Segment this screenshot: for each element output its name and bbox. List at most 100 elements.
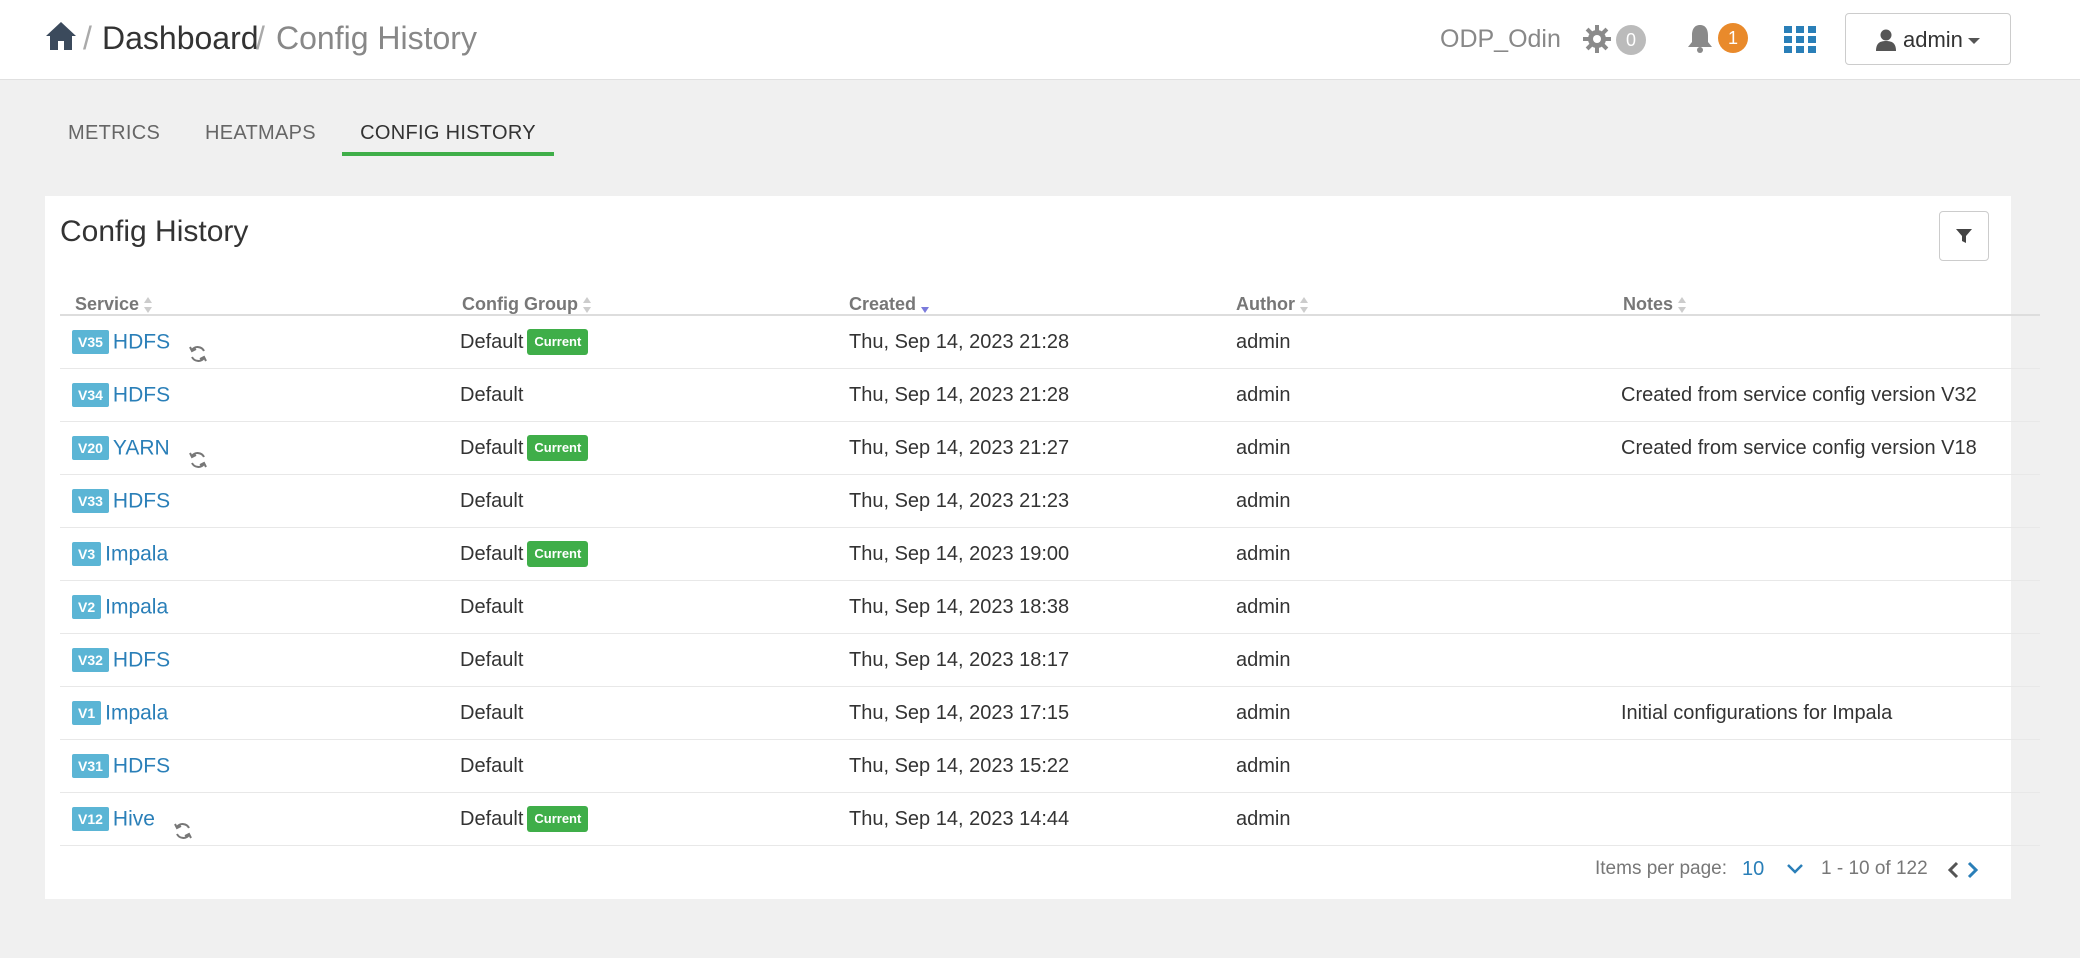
- restart-required-icon[interactable]: [188, 332, 208, 362]
- service-link[interactable]: YARN: [113, 437, 170, 460]
- service-cell: V1 Impala: [72, 687, 168, 739]
- service-cell: V12 Hive: [72, 793, 193, 845]
- table-row[interactable]: V20 YARN Default Current Thu, Sep 14, 2023 2…: [60, 422, 2040, 475]
- chevron-right-icon[interactable]: [1965, 860, 1981, 880]
- service-link[interactable]: HDFS: [113, 384, 170, 407]
- table-row[interactable]: V1 Impala Default Thu, Sep 14, 2023 17:15 ad…: [60, 687, 2040, 740]
- alerts-count-badge: 1: [1718, 23, 1748, 53]
- config-group-name: Default: [460, 755, 524, 777]
- notes-cell: Created from service config version V32: [1621, 384, 1977, 406]
- apps-grid-icon[interactable]: [1784, 26, 1816, 54]
- config-group-cell: Default: [460, 687, 523, 739]
- config-group-cell: Default Current: [460, 528, 589, 580]
- current-badge: Current: [527, 805, 589, 832]
- config-group-cell: Default Current: [460, 422, 589, 474]
- version-badge: V3: [72, 541, 102, 566]
- config-group-cell: Default: [460, 475, 523, 527]
- home-icon[interactable]: [44, 20, 78, 52]
- service-link[interactable]: HDFS: [113, 490, 170, 513]
- version-badge: V12: [72, 806, 109, 831]
- config-group-name: Default: [460, 649, 524, 671]
- config-group-name: Default: [460, 808, 524, 830]
- user-icon: [1876, 29, 1896, 51]
- table-row[interactable]: V32 HDFS Default Thu, Sep 14, 2023 18:17 adm…: [60, 634, 2040, 687]
- restart-required-icon[interactable]: [173, 809, 193, 839]
- service-cell: V3 Impala: [72, 528, 168, 580]
- filter-button[interactable]: [1939, 211, 1989, 261]
- operations-count-badge: 0: [1616, 25, 1646, 55]
- version-badge: V33: [72, 488, 109, 513]
- config-group-cell: Default Current: [460, 793, 589, 845]
- table-row[interactable]: V35 HDFS Default Current Thu, Sep 14, 2023 2…: [60, 316, 2040, 369]
- created-cell: Thu, Sep 14, 2023 18:17: [849, 649, 1070, 671]
- version-badge: V31: [72, 753, 109, 778]
- created-cell: Thu, Sep 14, 2023 18:38: [849, 596, 1070, 618]
- gear-icon[interactable]: [1582, 24, 1612, 54]
- version-badge: V1: [72, 700, 102, 725]
- author-cell: admin: [1236, 808, 1291, 830]
- sort-descending-icon: [921, 307, 930, 314]
- config-group-name: Default: [460, 490, 524, 512]
- config-group-name: Default: [460, 384, 524, 406]
- user-menu-button[interactable]: admin: [1845, 13, 2011, 65]
- config-group-cell: Default Current: [460, 316, 589, 368]
- chevron-left-icon[interactable]: [1945, 860, 1961, 880]
- version-badge: V20: [72, 435, 109, 460]
- service-cell: V20 YARN: [72, 422, 208, 474]
- author-cell: admin: [1236, 437, 1291, 459]
- author-cell: admin: [1236, 649, 1291, 671]
- service-cell: V32 HDFS: [72, 634, 170, 686]
- config-group-cell: Default: [460, 369, 523, 421]
- top-bar: / Dashboard / Config History ODP_Odin 0 …: [0, 0, 2080, 80]
- cluster-name: ODP_Odin: [1440, 25, 1561, 53]
- config-group-cell: Default: [460, 740, 523, 792]
- version-badge: V34: [72, 382, 109, 407]
- version-badge: V35: [72, 329, 109, 354]
- service-link[interactable]: Hive: [113, 808, 155, 831]
- tab-config-history[interactable]: CONFIG HISTORY: [342, 118, 554, 156]
- created-cell: Thu, Sep 14, 2023 17:15: [849, 702, 1070, 724]
- service-link[interactable]: HDFS: [113, 755, 170, 778]
- tab-heatmaps[interactable]: HEATMAPS: [205, 118, 316, 156]
- table-row[interactable]: V12 Hive Default Current Thu, Sep 14, 2023 1…: [60, 793, 2040, 846]
- config-group-name: Default: [460, 331, 524, 353]
- pagination-range: 1 - 10 of 122: [1821, 858, 1928, 879]
- current-badge: Current: [527, 328, 589, 355]
- service-cell: V34 HDFS: [72, 369, 170, 421]
- config-group-name: Default: [460, 543, 524, 565]
- service-cell: V33 HDFS: [72, 475, 170, 527]
- table-row[interactable]: V2 Impala Default Thu, Sep 14, 2023 18:38 ad…: [60, 581, 2040, 634]
- created-cell: Thu, Sep 14, 2023 14:44: [849, 808, 1070, 830]
- notes-cell: Created from service config version V18: [1621, 437, 1977, 459]
- author-cell: admin: [1236, 702, 1291, 724]
- service-link[interactable]: Impala: [105, 543, 168, 566]
- author-cell: admin: [1236, 331, 1291, 353]
- table-row[interactable]: V31 HDFS Default Thu, Sep 14, 2023 15:22 adm…: [60, 740, 2040, 793]
- bell-icon[interactable]: [1685, 22, 1715, 54]
- service-link[interactable]: Impala: [105, 596, 168, 619]
- breadcrumb-dashboard-link[interactable]: Dashboard: [102, 18, 259, 58]
- sort-icon: [144, 297, 153, 314]
- table-row[interactable]: V3 Impala Default Current Thu, Sep 14, 2023 …: [60, 528, 2040, 581]
- table-row[interactable]: V33 HDFS Default Thu, Sep 14, 2023 21:23 adm…: [60, 475, 2040, 528]
- config-group-cell: Default: [460, 634, 523, 686]
- author-cell: admin: [1236, 596, 1291, 618]
- current-badge: Current: [527, 434, 589, 461]
- sort-icon: [582, 297, 591, 314]
- notes-cell: Initial configurations for Impala: [1621, 702, 1893, 724]
- tab-metrics[interactable]: METRICS: [68, 118, 160, 156]
- chevron-down-icon[interactable]: [1785, 860, 1805, 878]
- created-cell: Thu, Sep 14, 2023 21:23: [849, 490, 1070, 512]
- current-badge: Current: [527, 540, 589, 567]
- service-link[interactable]: HDFS: [113, 331, 170, 354]
- author-cell: admin: [1236, 543, 1291, 565]
- items-per-page-select[interactable]: 10: [1742, 854, 1764, 884]
- service-cell: V31 HDFS: [72, 740, 170, 792]
- service-link[interactable]: HDFS: [113, 649, 170, 672]
- service-link[interactable]: Impala: [105, 702, 168, 725]
- author-cell: admin: [1236, 755, 1291, 777]
- config-history-panel: Config History Service Config Group Crea…: [45, 196, 2040, 899]
- table-row[interactable]: V34 HDFS Default Thu, Sep 14, 2023 21:28 adm…: [60, 369, 2040, 422]
- restart-required-icon[interactable]: [188, 438, 208, 468]
- created-cell: Thu, Sep 14, 2023 21:28: [849, 331, 1070, 353]
